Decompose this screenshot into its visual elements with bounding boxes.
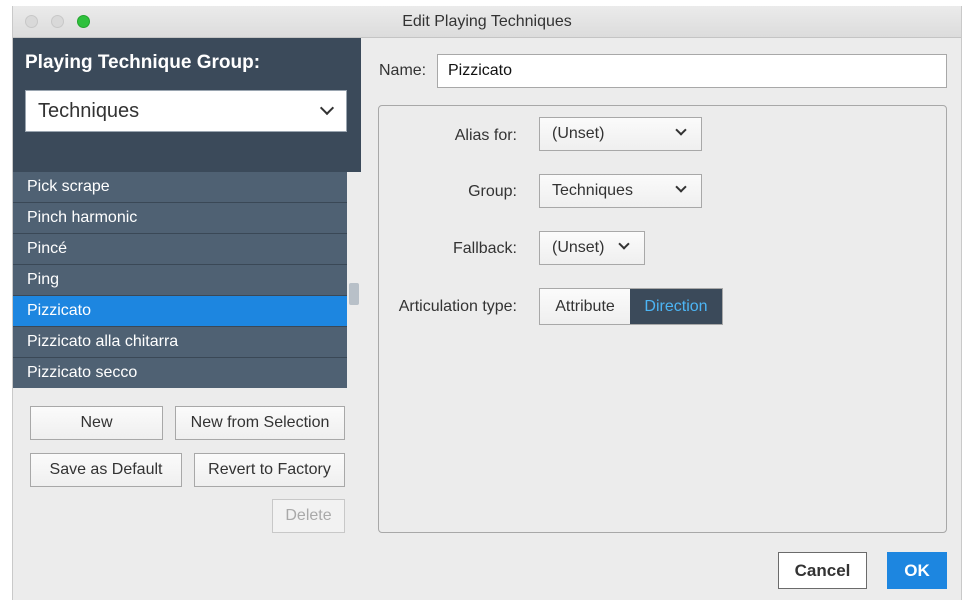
technique-group-select[interactable]: Techniques [25, 90, 347, 132]
fallback-label: Fallback: [452, 240, 517, 257]
edit-playing-techniques-dialog: Edit Playing Techniques Playing Techniqu… [12, 6, 962, 600]
chevron-down-icon [618, 238, 630, 250]
technique-group-header: Playing Technique Group: Techniques [13, 38, 361, 172]
list-item[interactable]: Pinch harmonic [13, 203, 347, 234]
alias-for-dropdown[interactable]: (Unset) [539, 117, 702, 151]
list-scrollbar-thumb[interactable] [349, 283, 359, 305]
articulation-attribute-option[interactable]: Attribute [540, 289, 630, 324]
new-button[interactable]: New [30, 406, 163, 440]
revert-to-factory-button[interactable]: Revert to Factory [194, 453, 345, 487]
alias-for-value: (Unset) [552, 125, 605, 142]
list-item[interactable]: Pick scrape [13, 172, 347, 203]
title-bar: Edit Playing Techniques [13, 6, 961, 38]
name-label: Name: [379, 62, 427, 79]
articulation-type-toggle[interactable]: Attribute Direction [539, 288, 723, 325]
list-item[interactable]: Pizzicato secco [13, 358, 347, 388]
chevron-down-icon [319, 100, 335, 116]
technique-group-value: Techniques [38, 100, 140, 122]
group-dropdown[interactable]: Techniques [539, 174, 702, 208]
fallback-value: (Unset) [552, 239, 605, 256]
group-label: Group: [468, 183, 517, 200]
technique-group-label: Playing Technique Group: [25, 52, 261, 73]
delete-button[interactable]: Delete [272, 499, 345, 533]
chevron-down-icon [675, 181, 687, 193]
ok-button[interactable]: OK [887, 552, 947, 589]
list-item[interactable]: Ping [13, 265, 347, 296]
chevron-down-icon [675, 124, 687, 136]
name-field[interactable]: Pizzicato [437, 54, 947, 88]
save-as-default-button[interactable]: Save as Default [30, 453, 182, 487]
fallback-dropdown[interactable]: (Unset) [539, 231, 645, 265]
cancel-button[interactable]: Cancel [778, 552, 867, 589]
articulation-direction-option[interactable]: Direction [630, 289, 722, 324]
alias-for-label: Alias for: [454, 127, 517, 144]
window-title: Edit Playing Techniques [402, 13, 572, 30]
list-item-selected[interactable]: Pizzicato [13, 296, 347, 327]
list-item[interactable]: Pincé [13, 234, 347, 265]
technique-list-panel: Playing Technique Group: Techniques Pick… [13, 38, 361, 600]
list-item[interactable]: Pizzicato alla chitarra [13, 327, 347, 358]
technique-list[interactable]: Pick scrape Pinch harmonic Pincé Ping Pi… [13, 172, 347, 388]
group-value: Techniques [552, 182, 633, 199]
new-from-selection-button[interactable]: New from Selection [175, 406, 345, 440]
articulation-type-label: Articulation type: [398, 298, 517, 315]
